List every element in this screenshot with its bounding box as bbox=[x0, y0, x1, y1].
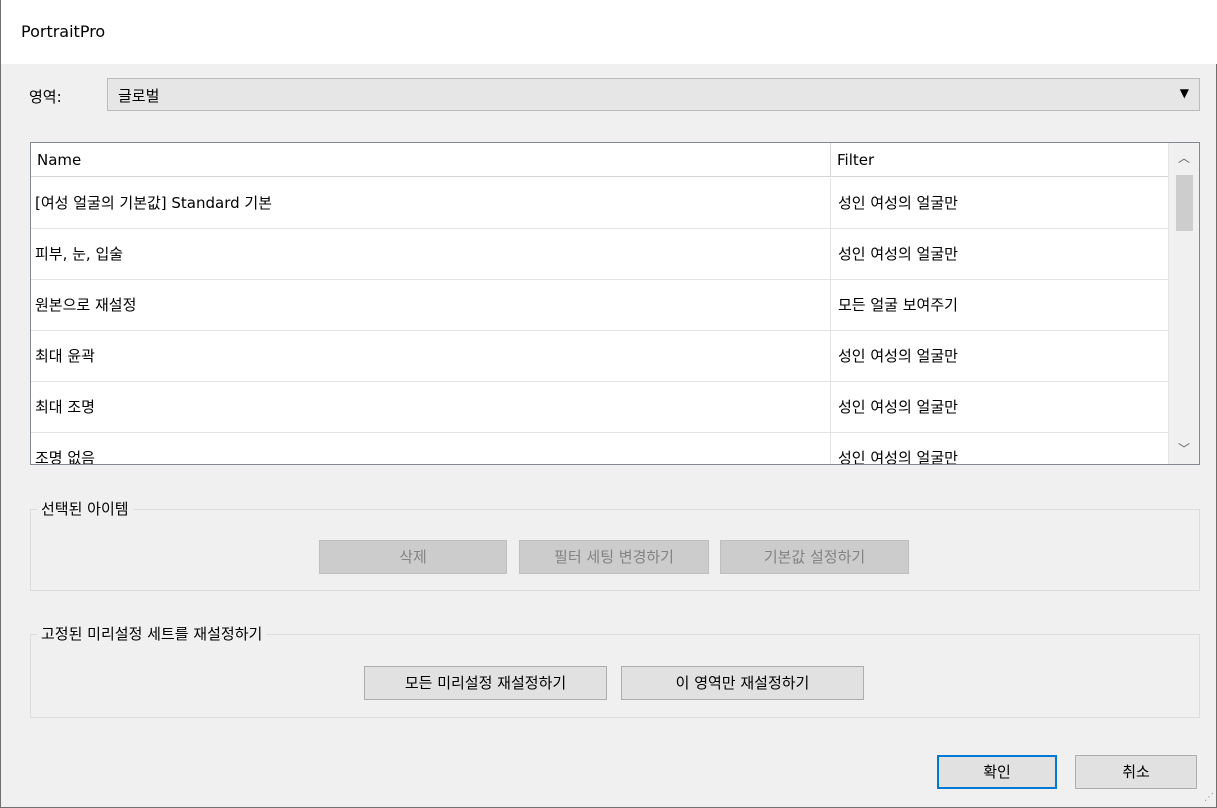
preset-manager-dialog: PortraitPro 영역: 글로벌 ▼ Name Filter [여성 얼굴… bbox=[0, 0, 1217, 808]
scroll-up-icon[interactable]: ︿ bbox=[1169, 143, 1199, 173]
reset-presets-group-title: 고정된 미리설정 세트를 재설정하기 bbox=[37, 623, 267, 644]
region-selected-value: 글로벌 bbox=[118, 87, 160, 105]
region-dropdown[interactable]: 글로벌 ▼ bbox=[107, 78, 1200, 111]
preset-name-cell: 피부, 눈, 입술 bbox=[31, 229, 831, 280]
preset-name-cell: 최대 조명 bbox=[31, 382, 831, 433]
reset-region-only-button[interactable]: 이 영역만 재설정하기 bbox=[621, 666, 864, 700]
table-scrollbar[interactable]: ︿ ﹀ bbox=[1168, 143, 1199, 464]
ok-button[interactable]: 확인 bbox=[937, 755, 1057, 789]
chevron-down-icon: ▼ bbox=[1179, 86, 1189, 100]
table-header: Name Filter bbox=[31, 143, 1169, 177]
delete-button[interactable]: 삭제 bbox=[319, 540, 507, 574]
set-default-button[interactable]: 기본값 설정하기 bbox=[720, 540, 909, 574]
column-header-name[interactable]: Name bbox=[31, 143, 831, 177]
table-row[interactable]: 조명 없음 성인 여성의 얼굴만 bbox=[31, 433, 1169, 465]
preset-filter-cell: 성인 여성의 얼굴만 bbox=[838, 449, 958, 465]
change-filter-settings-button[interactable]: 필터 세팅 변경하기 bbox=[519, 540, 709, 574]
preset-filter-cell: 성인 여성의 얼굴만 bbox=[838, 245, 958, 263]
table-row[interactable]: 원본으로 재설정 모든 얼굴 보여주기 bbox=[31, 280, 1169, 331]
region-label: 영역: bbox=[29, 88, 62, 106]
table-row[interactable]: 피부, 눈, 입술 성인 여성의 얼굴만 bbox=[31, 229, 1169, 280]
cancel-button[interactable]: 취소 bbox=[1075, 755, 1197, 789]
scroll-down-icon[interactable]: ﹀ bbox=[1169, 434, 1199, 464]
preset-name-cell: [여성 얼굴의 기본값] Standard 기본 bbox=[31, 178, 831, 229]
table-row[interactable]: [여성 얼굴의 기본값] Standard 기본 성인 여성의 얼굴만 bbox=[31, 178, 1169, 229]
reset-presets-group: 고정된 미리설정 세트를 재설정하기 모든 미리설정 재설정하기 이 영역만 재… bbox=[30, 623, 1200, 718]
table-row[interactable]: 최대 조명 성인 여성의 얼굴만 bbox=[31, 382, 1169, 433]
selected-item-group-title: 선택된 아이템 bbox=[37, 498, 133, 519]
preset-filter-cell: 모든 얼굴 보여주기 bbox=[838, 296, 958, 314]
table-row[interactable]: 최대 윤곽 성인 여성의 얼굴만 bbox=[31, 331, 1169, 382]
preset-filter-cell: 성인 여성의 얼굴만 bbox=[838, 398, 958, 416]
preset-filter-cell: 성인 여성의 얼굴만 bbox=[838, 347, 958, 365]
preset-name-cell: 원본으로 재설정 bbox=[31, 280, 831, 331]
resize-grip-icon[interactable]: ⋰ bbox=[1202, 793, 1214, 805]
preset-name-cell: 최대 윤곽 bbox=[31, 331, 831, 382]
presets-table[interactable]: Name Filter [여성 얼굴의 기본값] Standard 기본 성인 … bbox=[30, 142, 1200, 465]
column-header-filter[interactable]: Filter bbox=[831, 143, 1169, 177]
preset-name-cell: 조명 없음 bbox=[31, 433, 831, 464]
window-title: PortraitPro bbox=[21, 22, 106, 41]
table-body: [여성 얼굴의 기본값] Standard 기본 성인 여성의 얼굴만 피부, … bbox=[31, 178, 1169, 465]
preset-filter-cell: 성인 여성의 얼굴만 bbox=[838, 194, 958, 212]
scroll-thumb[interactable] bbox=[1176, 175, 1193, 231]
title-bar: PortraitPro bbox=[1, 0, 1217, 64]
selected-item-group: 선택된 아이템 삭제 필터 세팅 변경하기 기본값 설정하기 bbox=[30, 498, 1200, 591]
reset-all-presets-button[interactable]: 모든 미리설정 재설정하기 bbox=[364, 666, 607, 700]
